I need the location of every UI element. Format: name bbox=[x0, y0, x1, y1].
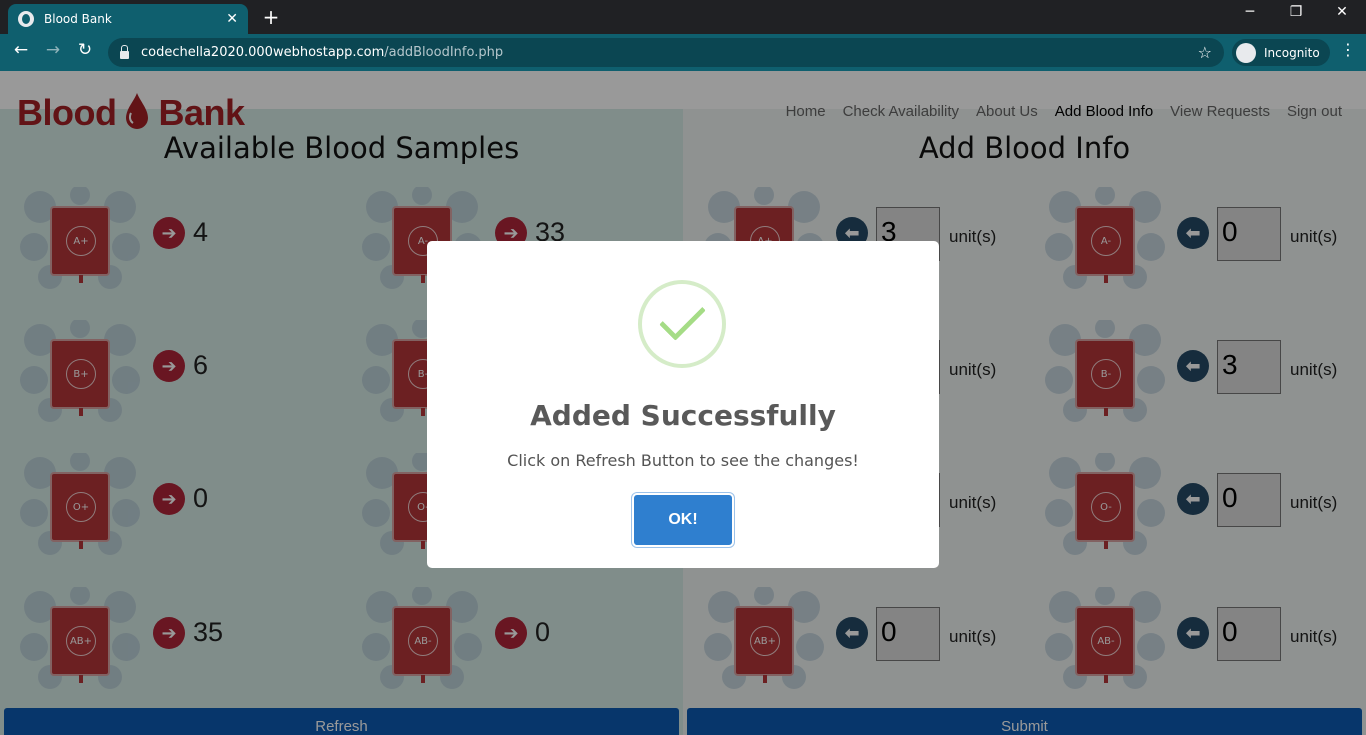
minimize-button[interactable]: ─ bbox=[1230, 4, 1270, 20]
ok-button[interactable]: OK! bbox=[634, 495, 732, 545]
close-window-button[interactable]: ✕ bbox=[1322, 4, 1362, 20]
lock-icon bbox=[120, 44, 129, 59]
incognito-icon bbox=[1236, 42, 1256, 63]
bookmark-star-icon[interactable]: ☆ bbox=[1198, 43, 1212, 62]
dialog-title: Added Successfully bbox=[530, 399, 836, 432]
globe-icon bbox=[18, 11, 34, 27]
restore-button[interactable]: ❐ bbox=[1276, 4, 1316, 20]
dialog-message: Click on Refresh Button to see the chang… bbox=[507, 451, 859, 470]
back-icon[interactable]: ← bbox=[8, 40, 34, 60]
browser-toolbar: ← → ↻ codechella2020.000webhostapp.com/a… bbox=[0, 34, 1366, 71]
forward-icon[interactable]: → bbox=[40, 40, 66, 60]
incognito-label: Incognito bbox=[1264, 45, 1320, 60]
address-bar[interactable]: codechella2020.000webhostapp.com/addBloo… bbox=[108, 38, 1224, 67]
new-tab-button[interactable]: + bbox=[260, 5, 282, 29]
menu-kebab-icon[interactable]: ⋮ bbox=[1340, 40, 1356, 59]
success-check-icon bbox=[638, 280, 726, 368]
url-path: /addBloodInfo.php bbox=[384, 45, 504, 60]
tab-close-icon[interactable]: ✕ bbox=[226, 11, 238, 27]
browser-tabstrip: Blood Bank ✕ + ─ ❐ ✕ bbox=[0, 0, 1366, 34]
incognito-badge[interactable]: Incognito bbox=[1232, 39, 1330, 66]
success-dialog: Added Successfully Click on Refresh Butt… bbox=[427, 241, 939, 568]
reload-icon[interactable]: ↻ bbox=[72, 40, 98, 60]
tab-title: Blood Bank bbox=[44, 12, 112, 26]
page: Blood Bank Home Check Availability About… bbox=[0, 71, 1366, 735]
url-host: codechella2020.000webhostapp.com bbox=[141, 45, 385, 60]
browser-tab[interactable]: Blood Bank ✕ bbox=[8, 4, 248, 34]
